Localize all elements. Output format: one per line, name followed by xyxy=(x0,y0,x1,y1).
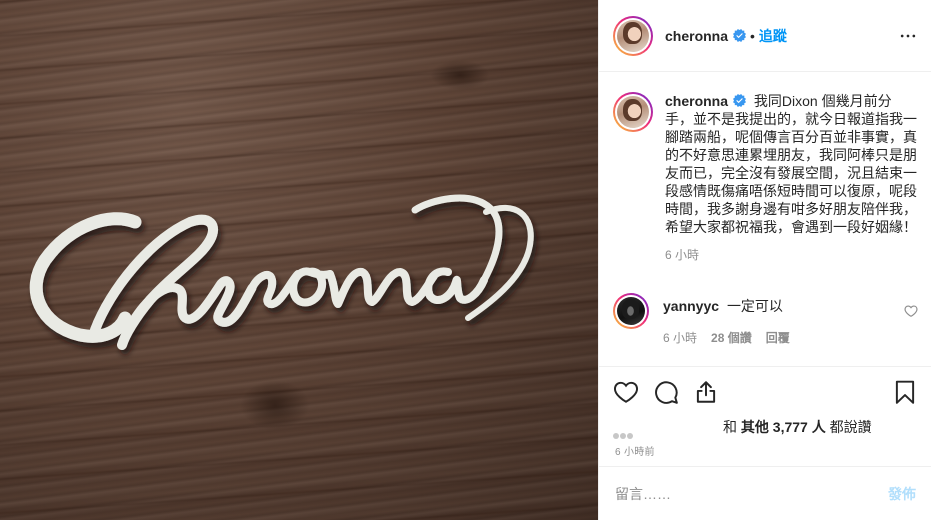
comment-timestamp[interactable]: 6 小時 xyxy=(663,329,697,347)
caption-username[interactable]: cheronna xyxy=(665,93,728,109)
heart-icon[interactable] xyxy=(613,379,639,405)
likes-prefix: 和 xyxy=(723,419,737,435)
author-avatar[interactable] xyxy=(613,15,653,56)
more-options-icon[interactable] xyxy=(898,26,918,46)
verified-badge-icon xyxy=(733,94,747,107)
post-details-panel: cheronna • 追蹤 cheronna 我同Dixon 個幾月前分手，並不… xyxy=(598,0,931,520)
likers-avatars xyxy=(613,415,637,439)
comment-input[interactable] xyxy=(615,485,888,502)
comment-body: yannyyc 一定可以 6 小時 28 個讚 回覆 xyxy=(663,293,893,347)
comment-icon[interactable] xyxy=(653,379,679,405)
bookmark-icon[interactable] xyxy=(892,379,918,405)
comment-item: yannyyc 一定可以 6 小時 28 個讚 回覆 xyxy=(613,293,918,347)
post-action-bar xyxy=(613,377,918,407)
likes-suffix: 都說讚 xyxy=(829,419,872,435)
post-header: cheronna • 追蹤 xyxy=(599,0,931,72)
add-comment-section: 發佈 xyxy=(599,466,931,520)
post-timestamp[interactable]: 6 小時前 xyxy=(615,443,655,458)
commenter-avatar[interactable] xyxy=(613,293,649,329)
post-modal: cheronna • 追蹤 cheronna 我同Dixon 個幾月前分手，並不… xyxy=(0,0,931,520)
caption-text: 我同Dixon 個幾月前分手，並不是我提出的，就今日報道指我一腳踏兩船，呢個傳言… xyxy=(665,93,917,235)
post-comment-button[interactable]: 發佈 xyxy=(888,484,916,504)
comment-meta: 6 小時 28 個讚 回覆 xyxy=(663,329,893,347)
separator-dot: • xyxy=(750,27,755,44)
comment-like-heart-icon[interactable] xyxy=(904,304,918,318)
likes-summary: 和 其他 3,777 人 都說讚 xyxy=(723,417,872,437)
follow-button[interactable]: 追蹤 xyxy=(759,26,787,46)
post-photo[interactable] xyxy=(0,0,598,520)
verified-badge-icon xyxy=(733,29,747,42)
post-actions-section: 和 其他 3,777 人 都說讚 6 小時前 xyxy=(599,366,931,466)
comment-reply-button[interactable]: 回覆 xyxy=(766,329,790,347)
caption-body: cheronna 我同Dixon 個幾月前分手，並不是我提出的，就今日報道指我一… xyxy=(665,92,918,262)
commenter-username[interactable]: yannyyc xyxy=(663,298,719,314)
comment-text: 一定可以 xyxy=(726,298,783,314)
comment-likes-count[interactable]: 28 個讚 xyxy=(711,329,752,347)
share-icon[interactable] xyxy=(693,379,719,405)
author-username[interactable]: cheronna xyxy=(665,28,728,44)
caption-timestamp[interactable]: 6 小時 xyxy=(665,248,918,262)
likes-others-link[interactable]: 其他 3,777 人 xyxy=(741,419,826,435)
caption-author-avatar[interactable] xyxy=(613,92,653,132)
post-caption: cheronna 我同Dixon 個幾月前分手，並不是我提出的，就今日報道指我一… xyxy=(613,92,918,262)
cheronna-script-lettering xyxy=(29,194,534,350)
